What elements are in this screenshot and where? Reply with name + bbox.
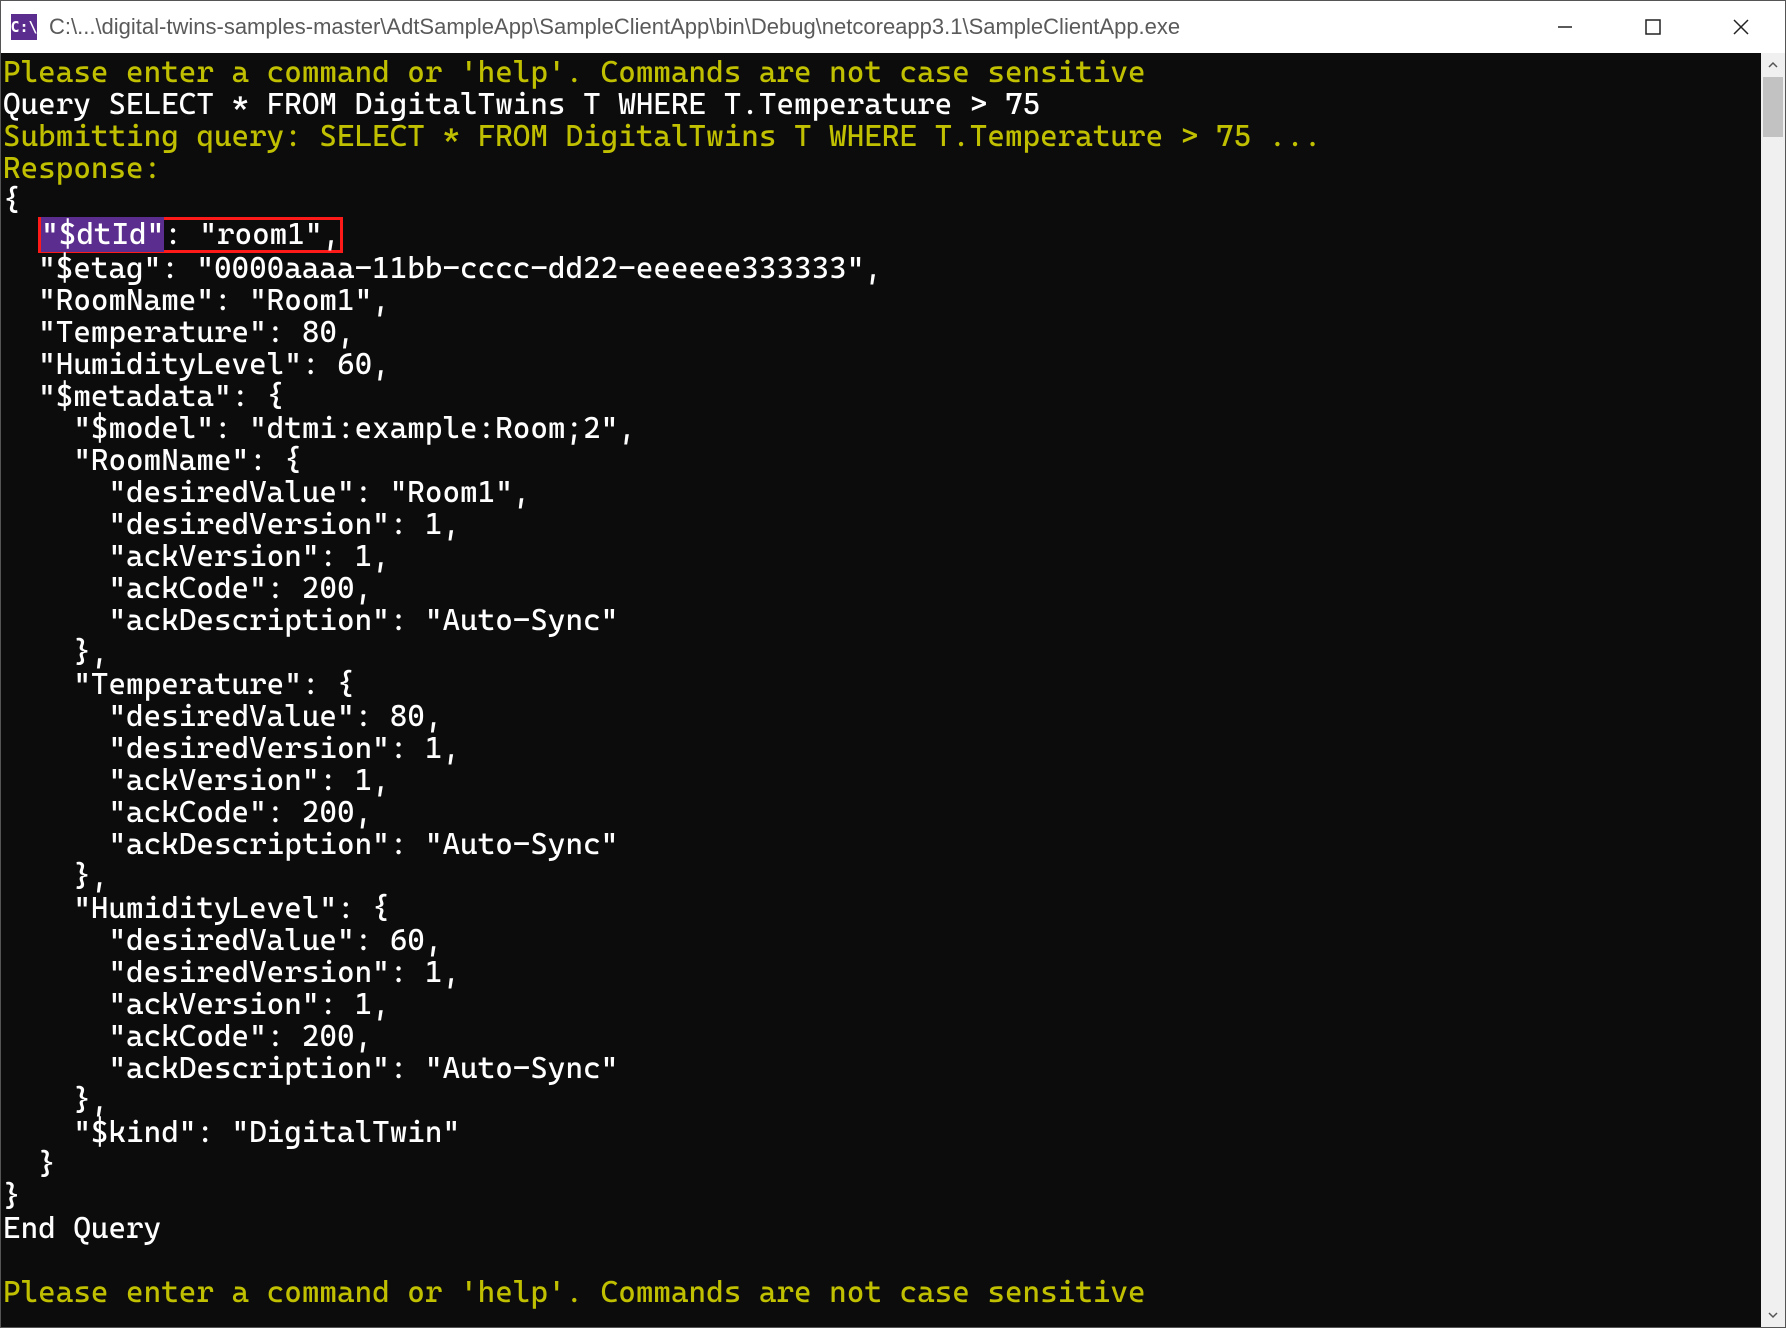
scrollbar-thumb[interactable] [1763,77,1783,137]
json-line [3,217,38,252]
dtid-key: "$dtId" [41,217,164,252]
window-controls [1521,1,1785,53]
response-label: Response: [3,151,161,186]
json-brace-open: { [3,183,21,218]
titlebar[interactable]: C:\ C:\...\digital-twins-samples-master\… [1,1,1785,53]
json-line: "Temperature": { [3,667,355,702]
maximize-icon [1644,18,1662,36]
json-line: "ackDescription": "Auto-Sync" [3,603,618,638]
scroll-down-button[interactable] [1761,1303,1785,1327]
json-line: "ackCode": 200, [3,571,372,606]
app-icon: C:\ [11,14,37,40]
json-line: "HumidityLevel": { [3,891,390,926]
client-area: Please enter a command or 'help'. Comman… [1,53,1785,1327]
end-query-line: End Query [3,1211,161,1246]
json-line: "ackVersion": 1, [3,987,390,1022]
json-line: "ackVersion": 1, [3,763,390,798]
json-line: "$etag": "0000aaaa-11bb-cccc-dd22-eeeeee… [3,251,882,286]
prompt-line: Please enter a command or 'help'. Comman… [3,55,1146,90]
json-line: "desiredValue": "Room1", [3,475,530,510]
json-line: "ackCode": 200, [3,1019,372,1054]
vertical-scrollbar[interactable] [1761,53,1785,1327]
minimize-icon [1556,18,1574,36]
json-line: "$kind": "DigitalTwin" [3,1115,460,1150]
maximize-button[interactable] [1609,1,1697,53]
json-line: }, [3,1083,108,1118]
minimize-button[interactable] [1521,1,1609,53]
json-line: }, [3,859,108,894]
json-line: "desiredVersion": 1, [3,507,460,542]
console-window: C:\ C:\...\digital-twins-samples-master\… [0,0,1786,1328]
json-line: "ackDescription": "Auto-Sync" [3,827,618,862]
json-line: "desiredVersion": 1, [3,955,460,990]
json-line: "RoomName": "Room1", [3,283,390,318]
json-brace-close: } [3,1179,21,1214]
json-line: "desiredValue": 60, [3,923,442,958]
chevron-up-icon [1767,59,1779,71]
json-line: "ackVersion": 1, [3,539,390,574]
json-line: }, [3,635,108,670]
json-line: "desiredVersion": 1, [3,731,460,766]
json-line: "$metadata": { [3,379,284,414]
json-line: "ackDescription": "Auto-Sync" [3,1051,618,1086]
query-line: Query SELECT * FROM DigitalTwins T WHERE… [3,87,1040,122]
close-button[interactable] [1697,1,1785,53]
chevron-down-icon [1767,1309,1779,1321]
scroll-up-button[interactable] [1761,53,1785,77]
json-line: "RoomName": { [3,443,302,478]
close-icon [1732,18,1750,36]
submitting-line: Submitting query: SELECT * FROM DigitalT… [3,119,1321,154]
json-line: "HumidityLevel": 60, [3,347,390,382]
json-line: } [3,1147,56,1182]
dtid-rest: : "room1", [164,217,340,252]
window-title: C:\...\digital-twins-samples-master\AdtS… [49,14,1521,40]
dtid-highlight: "$dtId": "room1", [38,217,343,253]
json-line: "Temperature": 80, [3,315,355,350]
json-line: "$model": "dtmi:example:Room;2", [3,411,636,446]
terminal-output[interactable]: Please enter a command or 'help'. Comman… [1,53,1761,1327]
json-line: "desiredValue": 80, [3,699,442,734]
prompt-line: Please enter a command or 'help'. Comman… [3,1275,1146,1310]
json-line: "ackCode": 200, [3,795,372,830]
